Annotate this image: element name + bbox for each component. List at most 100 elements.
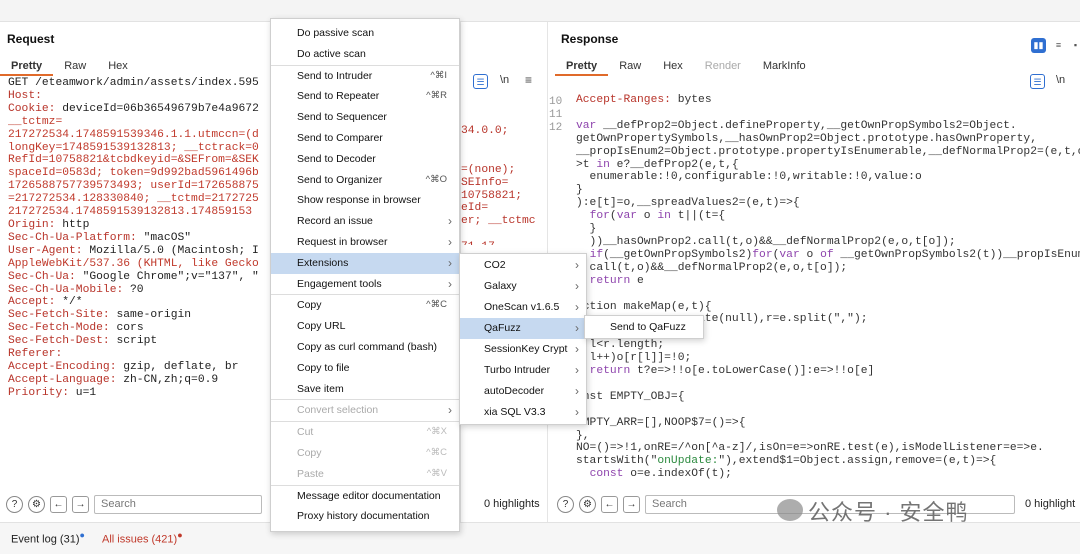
request-line: GET /eteamwork/admin/assets/index.595 [8,77,259,89]
newline-toggle-icon[interactable]: \n [1056,74,1065,86]
menu-item-copy-url[interactable]: Copy URL [271,316,459,337]
settings-gear-icon[interactable]: ⚙ [28,495,45,513]
menu-item-request-in-browser[interactable]: Request in browser › [271,232,459,253]
request-search-input[interactable]: Search [94,494,262,514]
all-issues-link[interactable]: All issues (421)● [102,530,183,546]
response-line: >t in e?__defProp2(e,t,{ [576,158,739,171]
extension-item-xia-sql-v3-3[interactable]: xia SQL V3.3 › [460,402,586,423]
extension-item-turbo-intruder[interactable]: Turbo Intruder › [460,360,586,381]
menu-item-label: Copy as curl command (bash) [297,340,438,353]
tab-render[interactable]: Render [694,56,752,76]
menu-item-send-to-decoder[interactable]: Send to Decoder [271,149,459,170]
help-icon[interactable]: ? [557,495,574,513]
menu-item-do-active-scan[interactable]: Do active scan [271,44,459,65]
middle-line: 10758821; [461,189,523,202]
tab-raw[interactable]: Raw [53,56,97,76]
tab-pretty[interactable]: Pretty [0,56,54,76]
chevron-right-icon: › [575,384,579,398]
request-line: =217272534.128330840; __tctmd=2172725 [8,193,259,206]
layout-rows-icon[interactable]: ≡ [1051,38,1066,53]
extension-item-galaxy[interactable]: Galaxy › [460,276,586,297]
menu-item-label: Galaxy [484,280,517,292]
response-line: for(var o in t||(t={ [589,210,726,223]
menu-item-convert-selection: Convert selection › [271,400,459,421]
request-editor[interactable]: GET /eteamwork/admin/assets/index.595 Hos… [8,77,272,432]
response-line: ))__hasOwnProp2.call(t,o)&&__defNormalPr… [576,235,956,248]
menu-item-label: Copy to file [297,361,350,374]
menu-item-label: Convert selection [297,404,379,417]
request-line: spaceId=0583d; token=9d992bad5961496b [8,167,259,180]
menu-item-label: QaFuzz [484,322,521,334]
request-line: RefId=10758821&tcbdkeyid=&SEFrom=&SEK [8,154,259,167]
response-line: call(t,o)&&__defNormalProp2(e,o,t[o]); [576,261,848,274]
response-line [576,378,1080,391]
wrap-lines-icon[interactable]: ☰ [473,74,488,89]
tab-markinfo[interactable]: MarkInfo [752,56,817,76]
layout-single-icon[interactable]: ▪ [1068,38,1080,53]
menu-item-copy-to-file[interactable]: Copy to file [271,358,459,379]
response-line: getOwnPropertySymbols,__hasOwnProp2=Obje… [576,132,1037,145]
menu-lines-icon[interactable]: ≡ [525,73,532,87]
tab-hex[interactable]: Hex [652,56,694,76]
menu-item-label: Cut [297,426,314,439]
menu-item-message-editor-documentation[interactable]: Message editor documentation [271,486,459,507]
tab-pretty[interactable]: Pretty [555,56,609,76]
response-line: EMPTY_ARR=[],NOOP$7=()=>{ [576,416,746,429]
response-line: onst EMPTY_OBJ={ [576,390,685,403]
menu-item-extensions[interactable]: Extensions › [271,252,459,274]
menu-item-copy-as-curl-command-bash[interactable]: Copy as curl command (bash) [271,337,459,358]
menu-item-label: Do active scan [297,47,366,60]
menu-item-copy: Copy ^⌘C [271,443,459,464]
chevron-right-icon: › [575,258,579,272]
layout-columns-icon[interactable]: ▮▮ [1031,38,1046,53]
wrap-lines-icon[interactable]: ☰ [1030,74,1045,89]
request-line: 217272534.1748591539346.1.1.utmccn=(d [8,128,259,141]
extension-item-sessionkey-crypt[interactable]: SessionKey Crypt › [460,339,586,360]
menu-item-engagement-tools[interactable]: Engagement tools › [271,274,459,295]
response-line: } [576,184,583,197]
extension-item-co2[interactable]: CO2 › [460,255,586,276]
menu-item-send-to-sequencer[interactable]: Send to Sequencer [271,107,459,128]
status-bar: Event log (31)● All issues (421)● [0,522,1080,554]
event-log-link[interactable]: Event log (31)● [11,530,85,546]
menu-item-send-to-qafuzz[interactable]: Send to QaFuzz [585,317,703,338]
back-arrow-icon[interactable]: ← [601,495,618,513]
response-line: } [576,223,597,236]
forward-arrow-icon[interactable]: → [72,495,89,513]
menu-item-save-item[interactable]: Save item [271,379,459,400]
extension-item-onescan-v1-6-5[interactable]: OneScan v1.6.5 › [460,297,586,318]
response-line [576,107,1080,120]
middle-line: er; __tctmc [461,215,536,228]
menu-item-label: xia SQL V3.3 [484,406,546,418]
menu-item-proxy-history-documentation[interactable]: Proxy history documentation [271,506,459,527]
request-highlights-count: 0 highlights [484,498,540,510]
settings-gear-icon[interactable]: ⚙ [579,495,596,513]
menu-item-record-an-issue[interactable]: Record an issue › [271,211,459,232]
help-icon[interactable]: ? [6,495,23,513]
newline-toggle-icon[interactable]: \n [500,74,509,86]
extension-item-qafuzz[interactable]: QaFuzz › [460,318,586,339]
wechat-logo-icon [777,499,803,521]
menu-item-send-to-intruder[interactable]: Send to Intruder ^⌘I [271,66,459,87]
response-line: const o=e.indexOf(t); [589,468,732,481]
menu-item-do-passive-scan[interactable]: Do passive scan [271,23,459,44]
middle-line [461,138,547,151]
back-arrow-icon[interactable]: ← [50,495,67,513]
menu-item-send-to-repeater[interactable]: Send to Repeater ^⌘R [271,86,459,107]
request-line: Cookie: deviceId=06b36549679b7e4a9672 [8,102,259,115]
forward-arrow-icon[interactable]: → [623,495,640,513]
menu-item-send-to-comparer[interactable]: Send to Comparer [271,128,459,149]
menu-item-label: Save item [297,382,344,395]
tab-raw[interactable]: Raw [608,56,652,76]
tab-hex[interactable]: Hex [97,56,139,76]
extension-item-autodecoder[interactable]: autoDecoder › [460,381,586,402]
menu-item-label: Send to Comparer [297,131,383,144]
menu-item-show-response-in-browser[interactable]: Show response in browser [271,190,459,211]
request-bottom-bar: ? ⚙ ← → Search [6,490,262,518]
response-editor[interactable]: Accept-Ranges: bytes var __defProp2=Obje… [576,94,1080,490]
menu-item-copy[interactable]: Copy ^⌘C [271,295,459,316]
menu-item-label: Message editor documentation [297,489,441,502]
menu-item-label: Proxy history documentation [297,510,430,523]
menu-item-label: Send to Decoder [297,152,376,165]
menu-item-send-to-organizer[interactable]: Send to Organizer ^⌘O [271,170,459,191]
